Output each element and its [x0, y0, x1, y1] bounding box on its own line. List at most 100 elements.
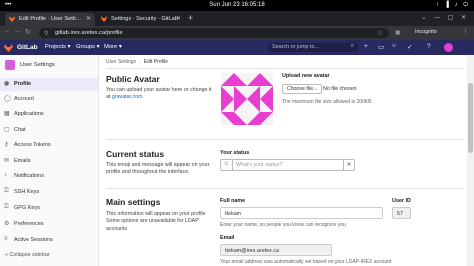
clear-status-icon[interactable]: ✕ [343, 160, 354, 170]
close-tab-icon[interactable]: ✕ [86, 15, 91, 22]
browser-menu-icon[interactable]: ⋮ [462, 28, 469, 36]
breadcrumb: User Settings › Edit Profile [106, 59, 168, 65]
tab-title: Edit Profile · User Setti… [19, 16, 82, 22]
sidebar-item-active-sessions[interactable]: ≡ Active Sessions [0, 234, 98, 247]
user-avatar[interactable] [444, 43, 453, 52]
sidebar-item-label: Applications [14, 111, 44, 117]
public-avatar-description: You can upload your avatar here or chang… [106, 87, 212, 101]
sidebar-item-access-tokens[interactable]: ⚷ Access Tokens [0, 139, 98, 152]
sidebar-item-label: Notifications [14, 173, 44, 179]
main-settings-heading: Main settings [106, 197, 161, 207]
avatar [5, 60, 15, 70]
current-status-description: This emoji and message will appear on yo… [106, 162, 210, 176]
emoji-picker-icon[interactable]: ☺ [221, 160, 233, 170]
system-clock[interactable]: Sun Jun 23 16:05:18 [0, 2, 474, 8]
incognito-badge[interactable]: Incognito [415, 29, 437, 35]
bell-icon: ♪ [4, 172, 7, 178]
applications-icon: ▦ [4, 111, 10, 117]
sidebar-item-label: Preferences [14, 221, 44, 227]
gitlab-favicon-icon [9, 16, 15, 22]
user-icon: ◉ [4, 81, 10, 87]
email-label: Email [220, 235, 235, 241]
gitlab-brand[interactable]: GitLab [17, 44, 38, 51]
browser-tab-strip: Edit Profile · User Setti… ✕ Settings · … [0, 11, 474, 26]
scrollbar-thumb[interactable] [468, 83, 473, 153]
sidebar-item-label: SSH Keys [14, 189, 40, 195]
nav-more[interactable]: More ▾ [104, 44, 122, 50]
main-settings-description: This information will appear on your pro… [106, 211, 206, 232]
address-bar[interactable]: ⚲ gitlab.irex.aretex.ca/profile ☆ [39, 28, 389, 38]
gitlab-top-nav: GitLab Projects ▾ Groups ▾ More ▾ Search… [0, 40, 474, 55]
search-placeholder: Search or jump to... [272, 44, 320, 50]
breadcrumb-separator: › [139, 59, 141, 65]
url-text[interactable]: gitlab.irex.aretex.ca/profile [55, 30, 123, 36]
public-avatar-heading: Public Avatar [106, 74, 160, 84]
sidebar-item-emails[interactable]: ✉ Emails [0, 155, 98, 168]
breadcrumb-user-settings[interactable]: User Settings [106, 59, 136, 65]
window-controls[interactable]: ⌄ — ▢ ✕ [421, 14, 469, 21]
divider [106, 68, 464, 69]
sidebar-item-label: Access Tokens [14, 142, 51, 148]
plus-icon[interactable]: + [364, 43, 368, 50]
new-tab-button[interactable]: + [188, 13, 193, 23]
sessions-icon: ≡ [4, 236, 8, 242]
sidebar-item-ssh-keys[interactable]: ⚿ SSH Keys [0, 186, 98, 199]
sidebar-item-notifications[interactable]: ♪ Notifications [0, 170, 98, 183]
back-icon[interactable]: ← [4, 28, 11, 35]
gitlab-logo-icon[interactable] [4, 44, 13, 52]
help-icon[interactable]: ? [427, 43, 431, 50]
screen: ••• Sun Jun 23 16:05:18 ↑ ▐ ♪ ⏻ Edit Pro… [0, 0, 474, 266]
merge-request-icon[interactable]: ⑂ [392, 43, 396, 50]
page-scrollbar[interactable] [467, 55, 474, 266]
divider [106, 139, 464, 140]
no-file-chosen-text: No file chosen [323, 86, 357, 92]
sidebar-item-chat[interactable]: ▢ Chat [0, 124, 98, 137]
browser-toolbar: ← → ↻ ⚲ gitlab.irex.aretex.ca/profile ☆ … [0, 26, 474, 40]
full-name-label: Full name [220, 198, 246, 204]
chat-icon: ▢ [4, 127, 10, 133]
divider [106, 188, 464, 189]
status-input-group[interactable]: ☺ What's your status? ✕ [220, 159, 355, 171]
nav-groups[interactable]: Groups ▾ [76, 44, 100, 50]
gpg-key-icon: ⚿ [4, 204, 9, 210]
sidebar-item-applications[interactable]: ▦ Applications [0, 108, 98, 121]
sidebar-header[interactable]: User Settings [5, 60, 97, 71]
sidebar-item-gpg-keys[interactable]: ⚿ GPG Keys [0, 202, 98, 215]
sidebar-item-label: Profile [14, 81, 32, 87]
close-tab-icon[interactable]: ✕ [176, 15, 181, 22]
system-top-bar: ••• Sun Jun 23 16:05:18 ↑ ▐ ♪ ⏻ [0, 0, 474, 11]
sidebar-item-label: Account [14, 96, 34, 102]
breadcrumb-edit-profile: Edit Profile [143, 59, 168, 65]
bookmark-star-icon[interactable]: ☆ [377, 29, 383, 37]
gitlab-favicon-icon [101, 16, 107, 22]
todo-icon[interactable]: ✓ [407, 43, 412, 51]
sidebar-title: User Settings [20, 62, 55, 68]
gitlab-search-input[interactable]: Search or jump to... ⌕ [268, 43, 358, 52]
account-icon: ◯ [4, 96, 11, 102]
user-id-label: User ID [392, 198, 411, 204]
system-tray-icons[interactable]: ↑ ▐ ♪ ⏻ [436, 2, 470, 9]
gravatar-link[interactable]: gravatar.com [112, 94, 143, 100]
sidebar-item-account[interactable]: ◯ Account [0, 93, 98, 106]
ssh-key-icon: ⚿ [4, 188, 9, 194]
sidebar-item-profile[interactable]: ◉ Profile [0, 78, 98, 91]
status-input[interactable]: What's your status? [236, 162, 282, 168]
reload-icon[interactable]: ↻ [25, 28, 31, 36]
nav-projects[interactable]: Projects ▾ [45, 44, 70, 50]
main-content: User Settings › Edit Profile Public Avatar… [100, 55, 466, 266]
extensions-icon[interactable]: ▣ [395, 29, 401, 36]
site-info-icon[interactable]: ⚲ [44, 30, 48, 37]
choose-file-button[interactable]: Choose file... [282, 84, 323, 94]
collapse-sidebar-button[interactable]: « Collapse sidebar [5, 252, 50, 258]
user-id-field: 57 [392, 207, 411, 219]
current-status-heading: Current status [106, 149, 165, 159]
forward-icon[interactable]: → [14, 28, 21, 35]
browser-tab-edit-profile[interactable]: Edit Profile · User Setti… ✕ [5, 13, 95, 26]
identicon-avatar [221, 73, 273, 125]
sidebar-item-preferences[interactable]: ⚙ Preferences [0, 218, 98, 231]
issues-icon[interactable]: ▭ [378, 43, 384, 51]
tab-title: Settings · Security · GitLab [111, 16, 178, 22]
full-name-input[interactable]: ttekam [220, 207, 383, 219]
max-file-size-help: The maximum file size allowed is 200KB. [282, 99, 373, 105]
browser-tab-security[interactable]: Settings · Security · GitLab ✕ [97, 13, 185, 26]
